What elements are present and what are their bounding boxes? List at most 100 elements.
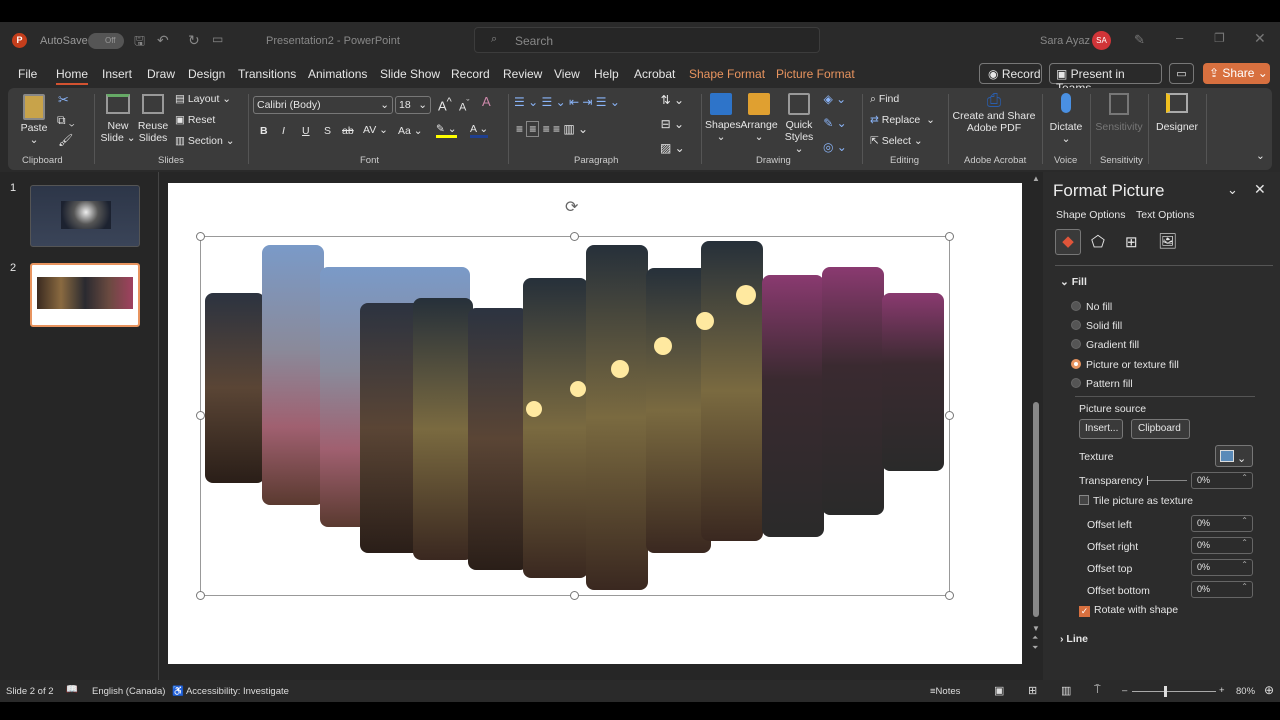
italic-button[interactable]: I (282, 125, 285, 137)
reuse-slides-button[interactable]: Reuse Slides (136, 94, 170, 144)
present-icon[interactable]: ▭ (212, 32, 223, 46)
thumbnail-pane-divider[interactable] (158, 172, 159, 680)
resize-handle[interactable] (570, 232, 579, 241)
size-properties-icon[interactable]: ⊞ (1125, 233, 1138, 251)
tab-transitions[interactable]: Transitions (238, 67, 296, 81)
tab-animations[interactable]: Animations (308, 67, 367, 81)
tab-shape-format[interactable]: Shape Format (689, 67, 765, 81)
present-in-teams-button[interactable]: ▣ Present in Teams (1049, 63, 1162, 95)
resize-handle[interactable] (945, 411, 954, 420)
create-adobe-pdf-button[interactable]: ⎙ Create and Share Adobe PDF (952, 91, 1036, 134)
close-window-icon[interactable]: ✕ (1254, 30, 1266, 47)
zoom-level[interactable]: 80% (1236, 686, 1255, 697)
font-name-select[interactable]: Calibri (Body) ⌄ (253, 96, 393, 114)
tab-home[interactable]: Home (56, 67, 89, 85)
tab-insert[interactable]: Insert (102, 67, 132, 81)
reset-button[interactable]: ▣ Reset (175, 114, 215, 126)
line-section-header[interactable]: › Line (1060, 633, 1088, 645)
slide-canvas[interactable]: ⟳ (168, 183, 1022, 664)
cut-icon[interactable]: ✂ (58, 93, 69, 106)
offset-right-input[interactable]: 0% (1191, 537, 1253, 554)
tab-view[interactable]: View (554, 67, 580, 81)
resize-handle[interactable] (945, 591, 954, 600)
arrange-button[interactable]: Arrange ⌄ (740, 93, 778, 143)
tab-review[interactable]: Review (503, 67, 542, 81)
restore-icon[interactable]: ❐ (1214, 31, 1225, 45)
picture-icon[interactable]: 🖼 (1158, 232, 1177, 250)
zoom-in-button[interactable]: + (1219, 685, 1225, 696)
increase-font-icon[interactable]: A^ (438, 96, 452, 112)
underline-button[interactable]: U (302, 125, 310, 137)
tab-slide-show[interactable]: Slide Show (380, 67, 440, 81)
spelling-icon[interactable]: 📖 (66, 684, 78, 695)
transparency-slider[interactable] (1147, 476, 1187, 485)
highlight-color-icon[interactable]: ✎ ⌄ (436, 123, 457, 138)
shapes-button[interactable]: Shapes ⌄ (705, 93, 741, 143)
tab-draw[interactable]: Draw (147, 67, 175, 81)
tab-help[interactable]: Help (594, 67, 619, 81)
record-button[interactable]: ◉ Record (979, 63, 1042, 84)
offset-left-input[interactable]: 0% (1191, 515, 1253, 532)
bullets-icon[interactable]: ☰ ⌄ ☰ ⌄ ⇤ ⇥ ☰ ⌄ (514, 96, 620, 108)
picture-texture-fill-radio[interactable]: Picture or texture fill (1071, 359, 1179, 371)
fit-to-window-icon[interactable]: ⊕ (1264, 683, 1274, 697)
clear-formatting-icon[interactable]: A (482, 95, 491, 108)
tab-picture-format[interactable]: Picture Format (776, 67, 855, 81)
designer-button[interactable]: Designer (1154, 93, 1200, 133)
language[interactable]: English (Canada) (92, 686, 165, 697)
text-direction-icon[interactable]: ⇅ ⌄ ⊟ ⌄ ▨ ⌄ (660, 94, 685, 154)
find-button[interactable]: ⌕ Find (870, 93, 899, 105)
tab-file[interactable]: File (18, 67, 37, 81)
shadow-button[interactable]: S (324, 125, 331, 137)
replace-button[interactable]: ⇄ Replace ⌄ (870, 114, 935, 126)
rotate-with-shape-checkbox[interactable]: ✓ Rotate with shape (1079, 604, 1178, 617)
share-button[interactable]: ⇪ Share ⌄ (1203, 63, 1270, 84)
fill-section-header[interactable]: ⌄ Fill (1060, 276, 1087, 288)
texture-dropdown[interactable]: ⌄ (1215, 445, 1253, 467)
decrease-font-icon[interactable]: Aˇ (459, 97, 469, 114)
layout-button[interactable]: ▤ Layout ⌄ (175, 93, 231, 105)
quick-styles-button[interactable]: Quick Styles ⌄ (782, 93, 816, 155)
strikethrough-icon[interactable]: ab (342, 125, 354, 137)
slideshow-icon[interactable]: ⍑ (1094, 684, 1101, 697)
vertical-scrollbar[interactable]: ▲ ▼ ⏶ ⏷ (1030, 172, 1042, 680)
tile-checkbox[interactable]: Tile picture as texture (1079, 495, 1193, 507)
tab-acrobat[interactable]: Acrobat (634, 67, 675, 81)
shape-fill-outline-effects-icons[interactable]: ◈ ⌄ ✎ ⌄ ◎ ⌄ (823, 93, 847, 153)
font-size-select[interactable]: 18 ⌄ (395, 96, 431, 114)
undo-icon[interactable]: ↶ (157, 32, 169, 49)
fill-line-icon[interactable]: ◆ (1055, 229, 1081, 255)
pattern-fill-radio[interactable]: Pattern fill (1071, 378, 1133, 390)
resize-handle[interactable] (570, 591, 579, 600)
align-icons[interactable]: ≡ ≡ ≡ ≡ ▥ ⌄ (516, 121, 588, 137)
pane-options-icon[interactable]: ⌄ (1227, 182, 1238, 198)
rotate-handle-icon[interactable]: ⟳ (565, 197, 578, 217)
minimize-icon[interactable]: – (1176, 30, 1183, 45)
character-spacing-button[interactable]: AV ⌄ (363, 124, 388, 136)
effects-icon[interactable]: ⬠ (1091, 232, 1105, 252)
zoom-slider[interactable] (1132, 686, 1216, 697)
dictate-button[interactable]: Dictate ⌄ (1046, 93, 1086, 145)
avatar[interactable]: SA (1092, 31, 1111, 50)
tab-design[interactable]: Design (188, 67, 225, 81)
copy-icon[interactable]: ⧉ ⌄ (57, 114, 75, 126)
offset-top-input[interactable]: 0% (1191, 559, 1253, 576)
bold-button[interactable]: B (260, 125, 268, 137)
redo-icon[interactable]: ↻ (188, 32, 200, 49)
change-case-button[interactable]: Aa ⌄ (398, 125, 423, 137)
resize-handle[interactable] (196, 591, 205, 600)
new-slide-button[interactable]: New Slide ⌄ (100, 94, 136, 144)
resize-handle[interactable] (196, 411, 205, 420)
text-options-tab[interactable]: Text Options (1136, 209, 1194, 221)
close-pane-icon[interactable]: ✕ (1254, 181, 1266, 198)
reading-view-icon[interactable]: ▥ (1061, 684, 1071, 697)
section-button[interactable]: ▥ Section ⌄ (175, 135, 235, 147)
tab-record[interactable]: Record (451, 67, 490, 81)
slide-thumbnail-2[interactable] (30, 263, 140, 327)
insert-button[interactable]: Insert... (1079, 419, 1123, 439)
shape-options-tab[interactable]: Shape Options (1056, 209, 1125, 221)
scrollbar-thumb[interactable] (1033, 402, 1039, 617)
paste-button[interactable]: Paste ⌄ (18, 94, 50, 146)
search-box[interactable]: ⌕ Search (474, 27, 820, 53)
resize-handle[interactable] (945, 232, 954, 241)
